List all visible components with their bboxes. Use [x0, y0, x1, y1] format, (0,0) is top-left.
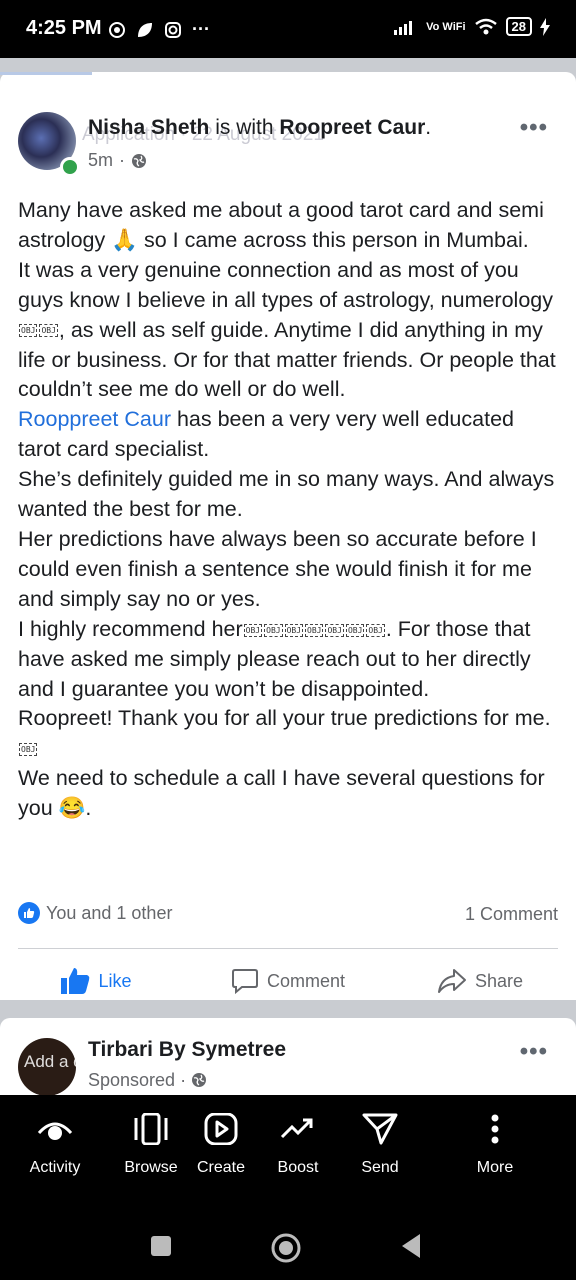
period: . — [425, 116, 432, 139]
sponsor-name[interactable]: Tirbari By Symetree — [88, 1038, 286, 1062]
post-time[interactable]: 5m — [88, 150, 113, 171]
mention-link[interactable]: Rooppreet Caur — [18, 407, 171, 431]
post-actions: Like Comment Share — [0, 952, 576, 1010]
vowifi-label: Vo WiFi — [426, 20, 466, 33]
post-paragraph: We need to schedule a call I have severa… — [18, 766, 545, 821]
home-button[interactable] — [270, 1232, 302, 1264]
thumbs-up-icon — [61, 968, 90, 994]
nav-boost[interactable]: Boost — [250, 1095, 346, 1205]
tab-indicator — [0, 72, 92, 75]
news-feed[interactable]: Application · 22 August 2021 Nisha Sheth… — [0, 58, 576, 1095]
post-card: Application · 22 August 2021 Nisha Sheth… — [0, 72, 576, 1000]
comment-count[interactable]: 1 Comment — [465, 904, 558, 925]
activity-icon — [37, 1122, 73, 1140]
comment-button[interactable]: Comment — [192, 952, 384, 1010]
nav-send[interactable]: Send — [346, 1095, 414, 1205]
post-paragraph: Her predictions have always been so accu… — [18, 526, 537, 611]
divider — [18, 948, 558, 949]
like-reaction-icon — [18, 902, 40, 924]
create-icon — [204, 1113, 238, 1145]
post-paragraph: Many have asked me about a good tarot ca… — [18, 198, 544, 252]
post-meta: 5m · — [88, 150, 147, 171]
like-button[interactable]: Like — [0, 952, 192, 1010]
with-text: is with — [215, 116, 274, 139]
signal-icon — [394, 20, 413, 35]
instagram-icon — [165, 21, 181, 38]
share-icon — [437, 969, 466, 993]
nav-more[interactable]: More — [414, 1095, 576, 1205]
browse-icon — [134, 1113, 168, 1145]
battery-icon: 28 — [505, 17, 532, 36]
post-paragraph: Rooppreet Caur has been a very very well… — [18, 407, 514, 462]
obj-placeholder-icon: OBJ — [366, 623, 385, 637]
obj-placeholder-icon: OBJ — [264, 623, 283, 637]
like-label: Like — [98, 970, 132, 991]
data-saver-icon — [109, 21, 125, 38]
post-body: Many have asked me about a good tarot ca… — [18, 196, 558, 824]
share-label: Share — [474, 970, 524, 991]
post-paragraph: She’s definitely guided me in so many wa… — [18, 467, 555, 522]
obj-placeholder-icon: OBJ — [345, 623, 365, 637]
post-paragraph: I highly recommend her OBJ OBJ OBJ OBJ OBJ OBJ… — [18, 616, 531, 701]
sponsored-post-card: Add a comment... Tirbari By Symetree Spo… — [0, 1018, 576, 1095]
tagged-user[interactable]: Roopreet Caur — [279, 116, 425, 139]
status-bar: 4:25 PM ··· Vo WiFi 28 — [0, 0, 576, 58]
globe-icon — [192, 1073, 207, 1087]
comment-label: Comment — [266, 970, 346, 991]
reactions-summary[interactable]: You and 1 other — [18, 902, 172, 924]
post-paragraph: Roopreet! Thank you for all your true pr… — [18, 706, 551, 757]
nav-browse[interactable]: Browse — [110, 1095, 192, 1205]
status-time: 4:25 PM — [26, 17, 102, 39]
globe-icon — [132, 153, 147, 168]
reactions-text: You and 1 other — [46, 902, 173, 923]
leaf-icon — [138, 22, 152, 37]
post-paragraph: It was a very genuine connection and as … — [18, 257, 556, 402]
obj-placeholder-icon: OBJ — [19, 324, 38, 338]
nav-activity[interactable]: Activity — [0, 1095, 110, 1205]
overflow-icon: ··· — [192, 19, 210, 39]
boost-icon — [280, 1118, 313, 1139]
obj-placeholder-icon: OBJ — [284, 623, 304, 637]
share-button[interactable]: Share — [384, 952, 576, 1010]
back-button[interactable] — [398, 1232, 422, 1260]
bottom-navigation: Activity Browse Create Boost Send More — [0, 1095, 576, 1205]
post-header: Nisha Sheth is with Roopreet Caur. — [88, 116, 431, 140]
post-options-button[interactable]: ••• — [520, 114, 548, 142]
comment-icon — [231, 969, 258, 995]
online-status-indicator — [60, 157, 80, 177]
obj-placeholder-icon: OBJ — [305, 623, 324, 637]
charging-icon — [540, 17, 550, 36]
nav-create[interactable]: Create — [192, 1095, 250, 1205]
recents-button[interactable] — [150, 1235, 172, 1257]
obj-placeholder-icon: OBJ — [243, 623, 263, 637]
more-vertical-icon — [491, 1114, 499, 1144]
send-icon — [362, 1113, 398, 1145]
obj-placeholder-icon: OBJ — [325, 623, 344, 637]
system-navigation-bar — [0, 1205, 576, 1280]
author-name[interactable]: Nisha Sheth — [88, 116, 209, 139]
sponsored-options-button[interactable]: ••• — [520, 1038, 548, 1066]
wifi-icon — [474, 18, 497, 34]
obj-placeholder-icon: OBJ — [39, 324, 58, 338]
sponsored-label: Sponsored · — [88, 1070, 207, 1091]
obj-placeholder-icon: OBJ — [19, 743, 38, 757]
